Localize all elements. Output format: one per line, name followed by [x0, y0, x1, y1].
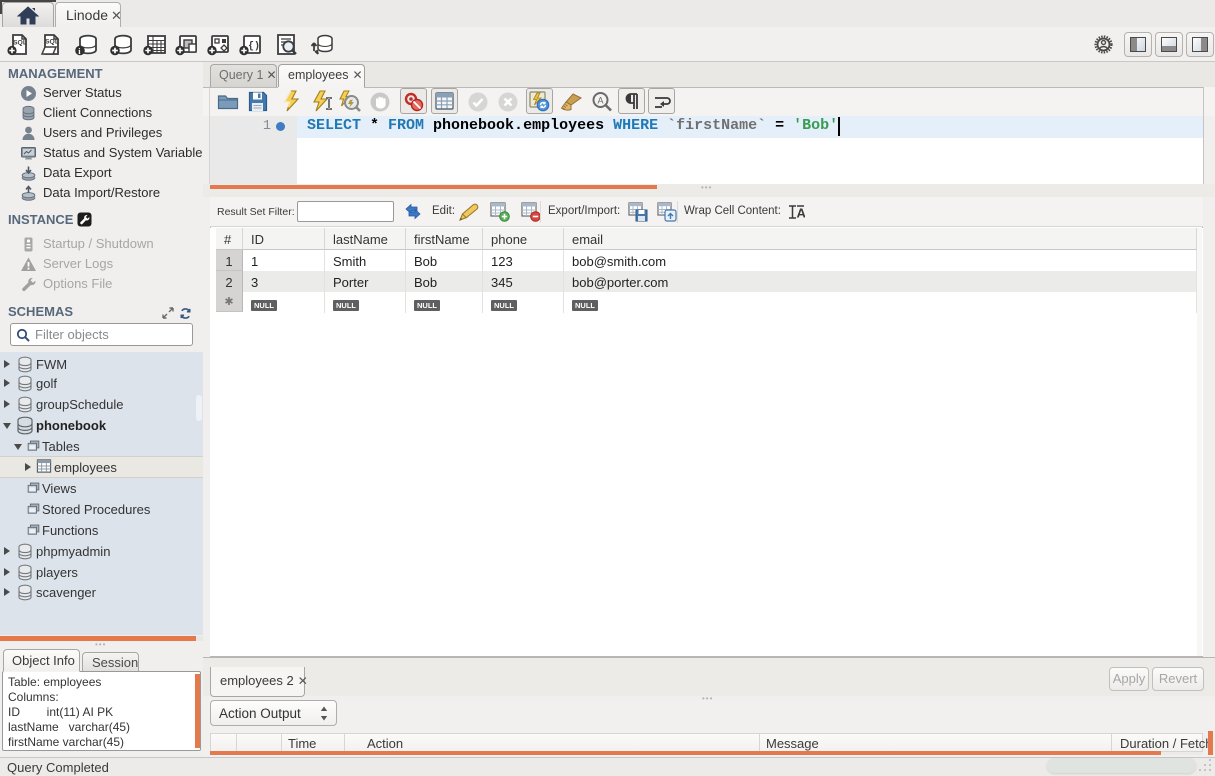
svg-text:A: A: [598, 96, 604, 106]
svg-text:SQL: SQL: [13, 40, 27, 47]
svg-text:{): {): [248, 41, 260, 53]
svg-text:A: A: [797, 206, 806, 221]
svg-text:SQL: SQL: [45, 39, 59, 46]
